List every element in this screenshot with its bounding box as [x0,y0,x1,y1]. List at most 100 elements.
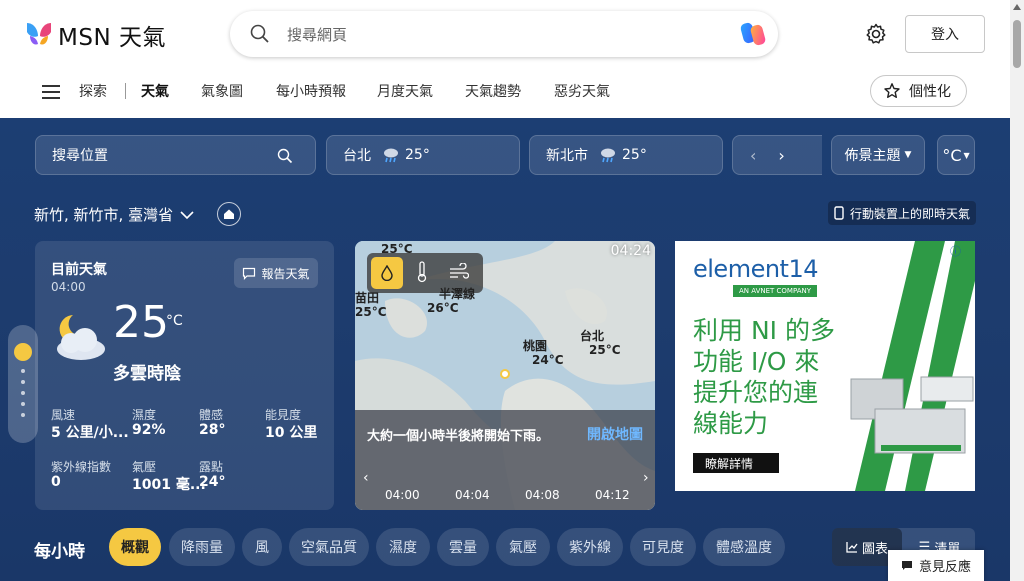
chip-precipitation[interactable]: 降雨量 [169,528,235,566]
ad-cta-button[interactable]: 瞭解詳情 [693,453,779,473]
ad-menu-icon[interactable]: ⋮ [958,243,969,256]
chevron-right-icon[interactable]: › [643,470,649,486]
msn-logo[interactable]: MSN 天氣 [24,18,166,52]
mobile-phone-icon [834,206,844,220]
detail-label: 能見度 [265,408,302,422]
chip-overview[interactable]: 概觀 [109,528,161,566]
map-place-temp: 25°C [381,242,413,256]
saved-location-newtaipei[interactable]: 新北市 25° [529,135,723,175]
advertisement[interactable]: element14 AN AVNET COMPANY 利用 NI 的多 功能 I… [675,241,975,491]
unit-label: °C [942,145,962,165]
rain-cloud-icon [384,148,398,163]
scrollbar-thumb[interactable] [1013,20,1021,68]
chip-uv[interactable]: 紫外線 [557,528,623,566]
feedback-button[interactable]: 意見反應 [888,550,984,581]
theme-label: 佈景主題 [844,148,901,164]
scroll-up-arrow-icon[interactable] [1013,4,1021,10]
menu-hamburger-icon[interactable] [42,85,60,103]
current-time: 04:00 [51,280,86,294]
timeline-tick[interactable]: 04:08 [525,488,560,502]
nav-bar: 探索 天氣 氣象圖 每小時預報 月度天氣 天氣趨勢 惡劣天氣 個性化 [0,68,1010,118]
theme-button[interactable]: 佈景主題 ▼ [831,135,925,175]
chevron-down-icon [180,210,194,219]
report-weather-button[interactable]: 報告天氣 [234,258,318,288]
nav-item-severe[interactable]: 惡劣天氣 [554,81,610,101]
feedback-label: 意見反應 [918,560,971,575]
settings-gear-icon[interactable] [864,22,888,46]
nav-item-trends[interactable]: 天氣趨勢 [465,81,521,101]
detail-label: 濕度 [132,408,157,422]
ad-brand: element14 [693,255,819,283]
chip-feels-like[interactable]: 體感溫度 [703,528,785,566]
chip-pressure[interactable]: 氣壓 [496,528,550,566]
radar-map-card[interactable]: 04:24 25°C 苗田 25°C 半澤線 26°C 桃園 24°C 台北 2… [355,241,655,510]
temperature-layer-button[interactable] [415,260,429,288]
chevron-right-icon[interactable]: › [778,146,784,165]
view-slider[interactable] [8,325,38,443]
home-location-button[interactable] [217,202,241,226]
mobile-weather-link[interactable]: 行動裝置上的即時天氣 [828,201,977,225]
caret-down-icon: ▼ [904,150,912,160]
timeline-tick[interactable]: 04:12 [595,488,630,502]
timeline-tick[interactable]: 04:04 [455,488,490,502]
detail-value: 0 [51,474,61,490]
login-button[interactable]: 登入 [905,15,985,53]
chip-humidity[interactable]: 濕度 [376,528,430,566]
chevron-left-icon[interactable]: ‹ [750,146,756,165]
wind-layer-button[interactable] [449,262,470,285]
saved-city-name: 新北市 [546,148,588,164]
nav-item-explore[interactable]: 探索 [79,81,107,101]
slider-dot [21,369,25,373]
nav-item-hourly[interactable]: 每小時預報 [276,81,346,101]
partly-cloudy-night-icon [57,315,105,360]
location-search-label: 搜尋位置 [52,148,108,164]
detail-value: 1001 毫... [132,477,206,493]
precipitation-layer-button[interactable] [371,257,403,289]
copilot-icon[interactable] [738,20,768,48]
saved-location-taipei[interactable]: 台北 25° [326,135,520,175]
map-place-name: 苗田 [355,291,380,305]
map-timestamp: 04:24 [610,243,651,259]
chip-wind[interactable]: 風 [242,528,282,566]
ad-brand-sub: AN AVNET COMPANY [733,285,818,297]
detail-label: 體感 [199,408,224,422]
nav-item-weather[interactable]: 天氣 [141,81,169,101]
personalize-button[interactable]: 個性化 [870,75,967,107]
rain-message: 大約一個小時半後將開始下雨。 [367,429,550,444]
open-map-link[interactable]: 開啟地圖 [587,424,643,444]
nav-item-monthly[interactable]: 月度天氣 [377,81,433,101]
detail-label: 氣壓 [132,460,157,474]
chip-air-quality[interactable]: 空氣品質 [289,528,369,566]
current-location[interactable]: 新竹, 新竹市, 臺灣省 [34,204,195,225]
location-search-input[interactable]: 搜尋位置 [35,135,316,175]
nav-item-weather-map[interactable]: 氣象圖 [201,81,243,101]
location-pin [500,369,510,379]
search-icon [250,24,269,43]
home-icon [224,209,234,219]
slider-dot [21,413,25,417]
unit-toggle[interactable]: °C ▼ [937,135,975,175]
nav-divider [125,83,126,99]
page-scrollbar[interactable] [1010,0,1024,581]
temperature-unit: °C [166,313,183,329]
timeline-tick[interactable]: 04:00 [385,488,420,502]
saved-city-temp: 25° [622,147,647,163]
chip-cloud-cover[interactable]: 雲量 [437,528,489,566]
detail-label: 風速 [51,408,76,422]
mobile-weather-label: 行動裝置上的即時天氣 [850,206,971,221]
map-place-name: 台北 [580,329,605,343]
wind-icon [450,262,470,279]
chat-bubble-icon [243,267,256,280]
chart-view-label: 圖表 [861,541,888,557]
map-place-name: 桃園 [523,339,548,353]
chip-visibility[interactable]: 可見度 [630,528,696,566]
report-weather-label: 報告天氣 [261,266,310,281]
web-search-box[interactable]: 搜尋網頁 [230,11,778,57]
current-weather-card: 目前天氣 04:00 報告天氣 25 °C 多雲時陰 風速 5 公里/小... … [35,241,334,510]
detail-value: 28° [199,422,226,438]
map-place-temp: 26°C [427,301,459,315]
detail-label: 露點 [199,460,224,474]
caret-down-icon: ▼ [963,150,970,160]
star-edit-icon [884,83,900,98]
chevron-left-icon[interactable]: ‹ [363,470,369,486]
